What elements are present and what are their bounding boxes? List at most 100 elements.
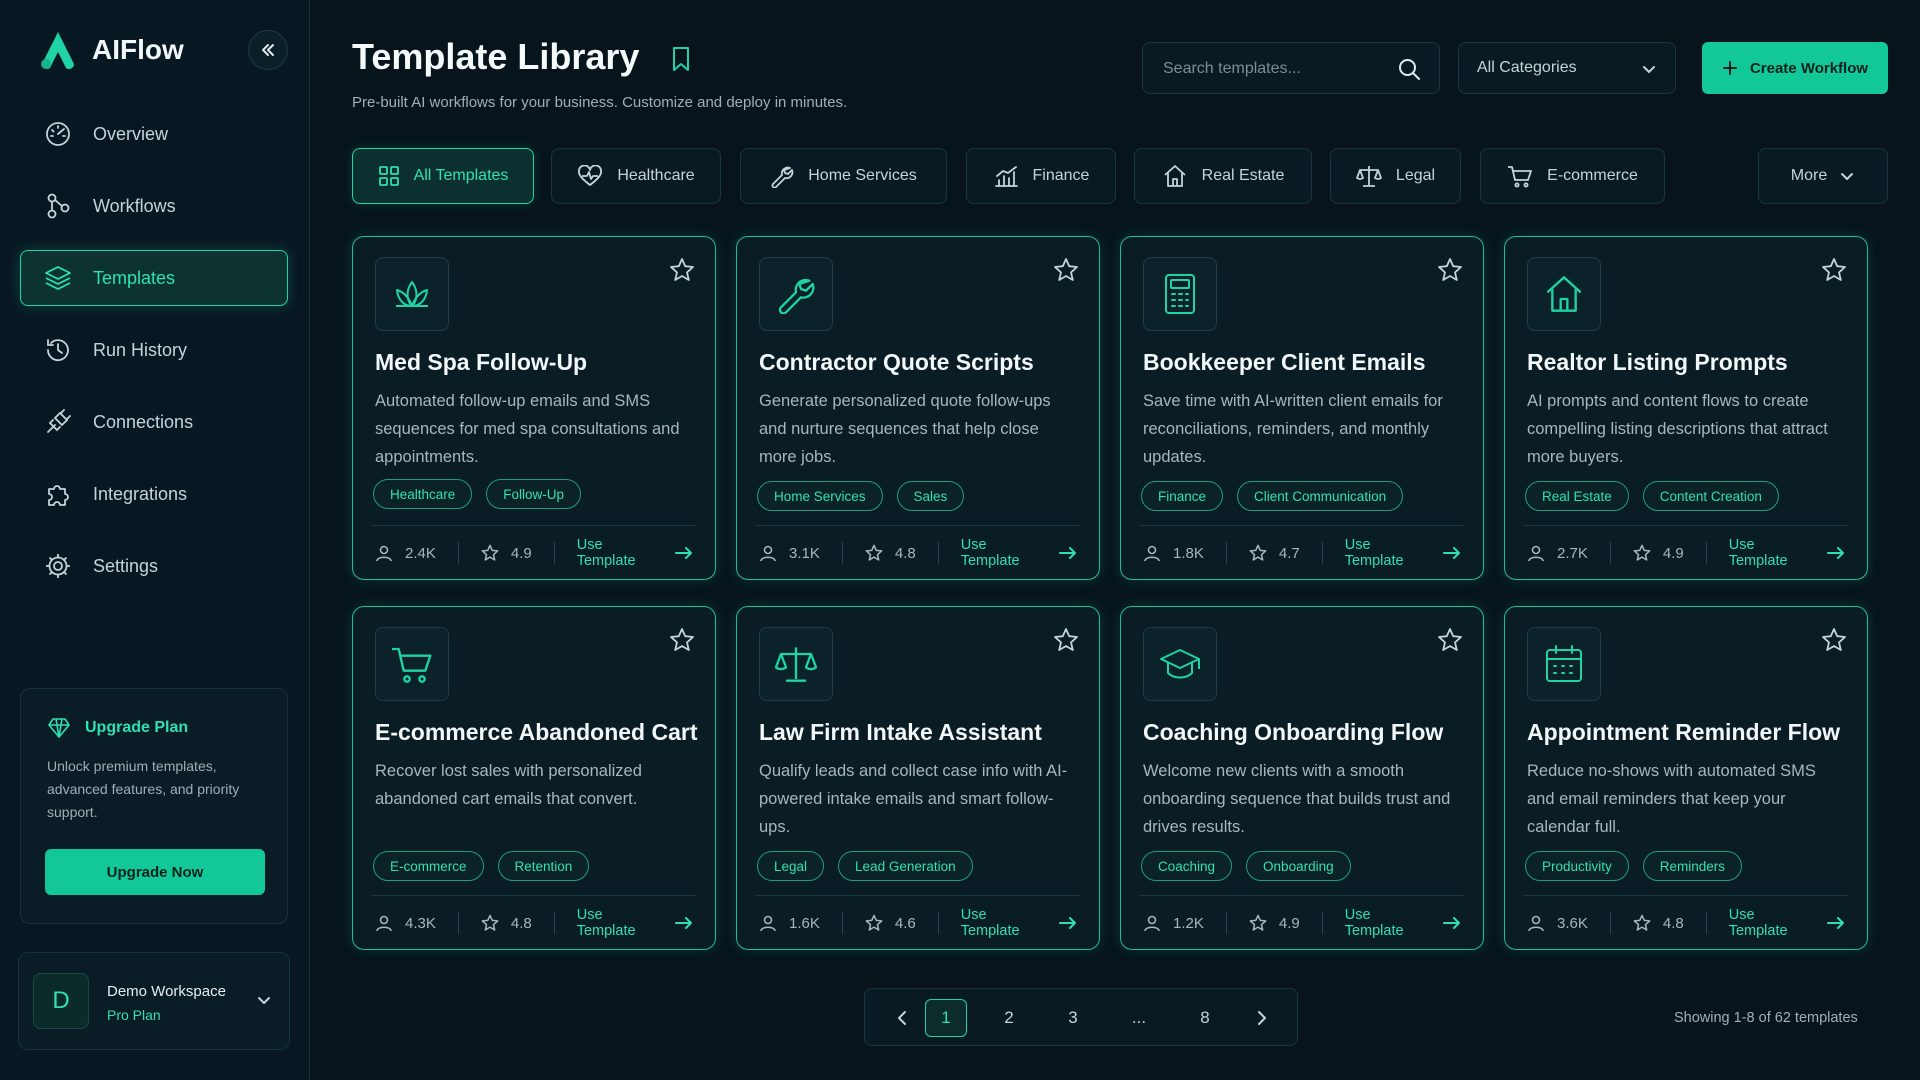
template-tags: Real Estate Content Creation xyxy=(1525,481,1793,511)
tag[interactable]: Sales xyxy=(896,481,965,511)
user-icon xyxy=(760,915,776,932)
user-icon xyxy=(1144,915,1160,932)
search-input[interactable] xyxy=(1163,57,1383,81)
template-card-coaching[interactable]: Coaching Onboarding Flow Welcome new cli… xyxy=(1120,606,1484,950)
graduation-cap-icon xyxy=(1160,649,1200,679)
sidebar-item-templates[interactable]: Templates xyxy=(20,250,288,306)
tag[interactable]: E-commerce xyxy=(373,851,484,881)
star-favorite-icon[interactable] xyxy=(1437,257,1463,283)
sidebar-item-connections[interactable]: Connections xyxy=(20,394,288,450)
tab-all-templates[interactable]: All Templates xyxy=(352,148,534,204)
star-favorite-icon[interactable] xyxy=(1821,627,1847,653)
page-button-1[interactable]: 1 xyxy=(925,999,967,1037)
template-description: Qualify leads and collect case info with… xyxy=(759,762,1068,836)
sidebar-item-settings[interactable]: Settings xyxy=(20,538,288,594)
use-template-link[interactable]: Use Template xyxy=(1729,907,1845,939)
create-workflow-button[interactable]: Create Workflow xyxy=(1702,42,1888,94)
tab-e-commerce[interactable]: E-commerce xyxy=(1480,148,1665,204)
star-favorite-icon[interactable] xyxy=(1437,627,1463,653)
use-template-link[interactable]: Use Template xyxy=(1345,537,1461,569)
star-favorite-icon[interactable] xyxy=(669,627,695,653)
sidebar-item-workflows[interactable]: Workflows xyxy=(20,178,288,234)
user-icon xyxy=(376,545,392,562)
tab-finance[interactable]: Finance xyxy=(966,148,1116,204)
user-icon xyxy=(1144,545,1160,562)
tag[interactable]: Productivity xyxy=(1525,851,1629,881)
use-template-link[interactable]: Use Template xyxy=(1729,537,1845,569)
use-template-link[interactable]: Use Template xyxy=(961,907,1077,939)
arrow-right-icon xyxy=(1059,547,1077,559)
category-select[interactable]: All Categories xyxy=(1458,42,1676,94)
template-description: Generate personalized quote follow-ups a… xyxy=(759,392,1051,466)
tag[interactable]: Real Estate xyxy=(1525,481,1629,511)
template-description: Automated follow-up emails and SMS seque… xyxy=(375,392,680,466)
bookmark-icon[interactable] xyxy=(670,46,692,72)
brand[interactable]: AIFlow xyxy=(36,28,184,72)
page-button-2[interactable]: 2 xyxy=(989,999,1029,1037)
users-count: 1.2K xyxy=(1143,914,1204,932)
page-button-3[interactable]: 3 xyxy=(1053,999,1093,1037)
tag[interactable]: Reminders xyxy=(1642,851,1743,881)
template-footer: 4.3K 4.8 Use Template xyxy=(375,907,697,939)
wrench-icon xyxy=(778,278,815,314)
search-icon[interactable] xyxy=(1397,57,1421,81)
card-divider xyxy=(755,525,1081,526)
upgrade-now-button[interactable]: Upgrade Now xyxy=(45,849,265,895)
calendar-icon xyxy=(1546,645,1582,682)
sidebar-item-integrations[interactable]: Integrations xyxy=(20,466,288,522)
star-icon xyxy=(865,914,883,931)
tab-healthcare[interactable]: Healthcare xyxy=(551,148,721,204)
workspace-switcher[interactable]: D Demo Workspace Pro Plan xyxy=(18,952,290,1050)
calculator-icon xyxy=(1165,274,1195,314)
tag[interactable]: Finance xyxy=(1141,481,1224,511)
prev-page-button[interactable] xyxy=(883,999,921,1037)
category-select-value: All Categories xyxy=(1477,59,1577,76)
tag[interactable]: Onboarding xyxy=(1246,851,1351,881)
tag[interactable]: Client Communication xyxy=(1237,481,1404,511)
use-template-link[interactable]: Use Template xyxy=(577,537,693,569)
tag[interactable]: Lead Generation xyxy=(838,851,973,881)
star-favorite-icon[interactable] xyxy=(1053,257,1079,283)
tag[interactable]: Legal xyxy=(757,851,825,881)
tag[interactable]: Healthcare xyxy=(373,479,473,509)
workspace-name: Demo Workspace xyxy=(107,983,226,1000)
sidebar: AIFlow Overview Workflows Templates Run … xyxy=(0,0,310,1080)
tab-real-estate[interactable]: Real Estate xyxy=(1134,148,1312,204)
page-button-8[interactable]: 8 xyxy=(1185,999,1225,1037)
template-card-law-firm[interactable]: Law Firm Intake Assistant Qualify leads … xyxy=(736,606,1100,950)
template-card-appointment[interactable]: Appointment Reminder Flow Reduce no-show… xyxy=(1504,606,1868,950)
next-page-button[interactable] xyxy=(1243,999,1281,1037)
puzzle-icon xyxy=(48,485,69,506)
tag[interactable]: Retention xyxy=(497,851,590,881)
sidebar-item-run-history[interactable]: Run History xyxy=(20,322,288,378)
rating: 4.6 xyxy=(865,914,916,932)
use-template-link[interactable]: Use Template xyxy=(577,907,693,939)
sidebar-item-overview[interactable]: Overview xyxy=(20,106,288,162)
template-tags: Coaching Onboarding xyxy=(1141,851,1365,881)
tab-home-services[interactable]: Home Services xyxy=(740,148,947,204)
use-template-link[interactable]: Use Template xyxy=(1345,907,1461,939)
template-card-bookkeeper[interactable]: Bookkeeper Client Emails Save time with … xyxy=(1120,236,1484,580)
star-favorite-icon[interactable] xyxy=(669,257,695,283)
tag[interactable]: Coaching xyxy=(1141,851,1233,881)
users-count: 2.7K xyxy=(1527,544,1588,562)
template-card-realtor[interactable]: Realtor Listing Prompts AI prompts and c… xyxy=(1504,236,1868,580)
template-card-med-spa[interactable]: Med Spa Follow-Up Automated follow-up em… xyxy=(352,236,716,580)
history-icon xyxy=(47,339,69,362)
star-favorite-icon[interactable] xyxy=(1821,257,1847,283)
tag[interactable]: Home Services xyxy=(757,481,883,511)
house-icon xyxy=(1164,165,1186,187)
tag[interactable]: Content Creation xyxy=(1642,481,1779,511)
template-card-contractor[interactable]: Contractor Quote Scripts Generate person… xyxy=(736,236,1100,580)
more-dropdown[interactable]: More xyxy=(1758,148,1888,204)
star-favorite-icon[interactable] xyxy=(1053,627,1079,653)
users-count: 1.8K xyxy=(1143,544,1204,562)
template-card-ecommerce[interactable]: E-commerce Abandoned Cart Recover lost s… xyxy=(352,606,716,950)
tag[interactable]: Follow-Up xyxy=(486,479,582,509)
collapse-sidebar-button[interactable] xyxy=(248,30,288,70)
sidebar-item-label: Templates xyxy=(93,267,176,288)
template-title: Realtor Listing Prompts xyxy=(1527,349,1788,375)
use-template-link[interactable]: Use Template xyxy=(961,537,1077,569)
tab-legal[interactable]: Legal xyxy=(1330,148,1461,204)
arrow-right-icon xyxy=(1827,547,1845,559)
